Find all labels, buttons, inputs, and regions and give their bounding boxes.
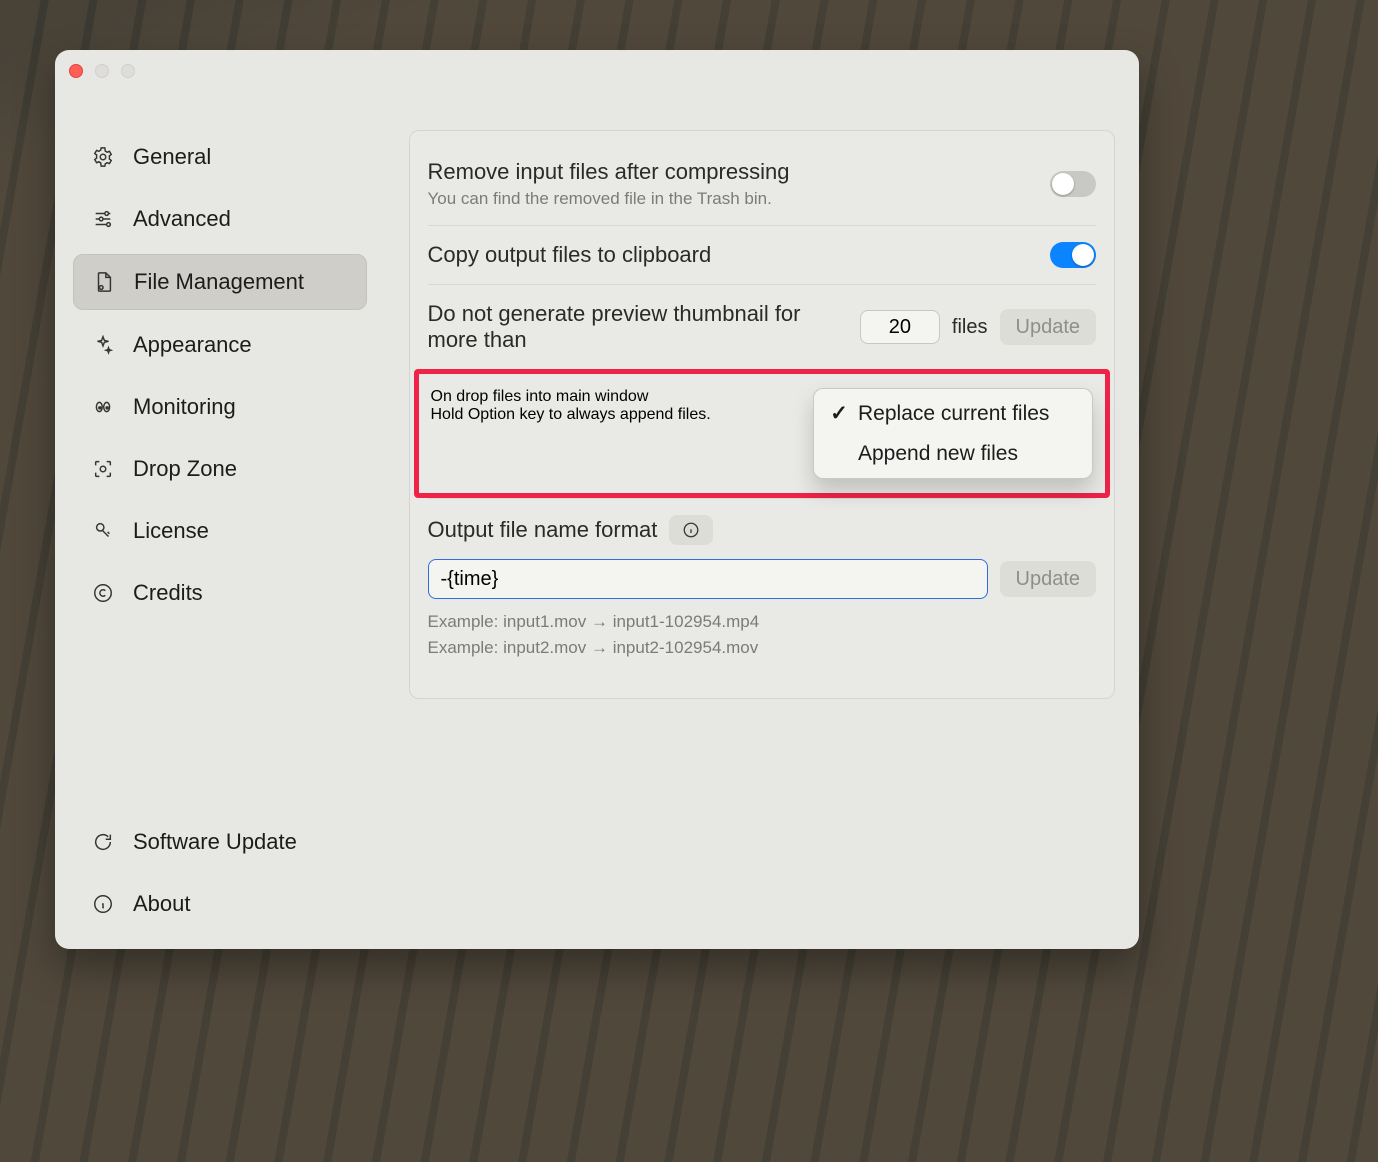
gear-icon [91,145,115,169]
sidebar-item-label: Software Update [133,829,297,855]
setting-subtitle: You can find the removed file in the Tra… [428,189,1037,209]
copyright-icon [91,581,115,605]
window-close-button[interactable] [69,64,83,78]
refresh-icon [91,830,115,854]
sidebar-item-label: General [133,144,211,170]
remove-after-toggle[interactable] [1050,171,1096,197]
dropdown-option-replace[interactable]: ✓ Replace current files [820,393,1086,434]
setting-title: Do not generate preview thumbnail for mo… [428,301,846,353]
sidebar-item-about[interactable]: About [73,877,367,931]
content-area: Remove input files after compressing You… [385,50,1140,949]
window-controls [69,64,135,78]
setting-title: Output file name format [428,517,658,543]
sidebar-item-advanced[interactable]: Advanced [73,192,367,246]
info-icon [91,892,115,916]
sidebar-item-license[interactable]: License [73,504,367,558]
thumbnail-update-button[interactable]: Update [1000,309,1097,345]
sidebar-item-monitoring[interactable]: Monitoring [73,380,367,434]
sidebar-item-file-management[interactable]: File Management [73,254,367,310]
checkmark-icon: ✓ [830,401,848,426]
output-format-update-button[interactable]: Update [1000,561,1097,597]
example-line: Example: input1.mov → input1-102954.mp4 [428,609,1097,635]
window-zoom-button[interactable] [121,64,135,78]
setting-title: Remove input files after compressing [428,159,1037,185]
sparkle-icon [91,333,115,357]
sidebar-item-label: Appearance [133,332,252,358]
output-format-info-button[interactable] [669,515,713,545]
sidebar-item-label: Drop Zone [133,456,237,482]
setting-title: Copy output files to clipboard [428,242,1037,268]
eyes-icon [91,395,115,419]
key-icon [91,519,115,543]
sliders-icon [91,207,115,231]
sidebar-item-drop-zone[interactable]: Drop Zone [73,442,367,496]
row-remove-after-compress: Remove input files after compressing You… [428,143,1097,225]
dropdown-option-label: Append new files [858,442,1018,466]
info-circle-icon [682,521,700,539]
scan-icon [91,457,115,481]
output-format-examples: Example: input1.mov → input1-102954.mp4 … [428,609,1097,660]
sidebar-item-appearance[interactable]: Appearance [73,318,367,372]
setting-subtitle: Hold Option key to always append files. [431,406,806,424]
row-on-drop-files: On drop files into main window Hold Opti… [414,369,1111,498]
sidebar-item-credits[interactable]: Credits [73,566,367,620]
sidebar-item-general[interactable]: General [73,130,367,184]
preferences-window: General Advanced File Management Appeara… [55,50,1139,949]
settings-panel: Remove input files after compressing You… [409,130,1116,699]
row-output-format: Output file name format Update Example: … [428,498,1097,676]
sidebar-item-software-update[interactable]: Software Update [73,815,367,869]
dropdown-option-append[interactable]: Append new files [820,434,1086,474]
sidebar-item-label: Advanced [133,206,231,232]
dropdown-option-label: Replace current files [858,402,1049,426]
sidebar-item-label: About [133,891,191,917]
row-thumbnail-limit: Do not generate preview thumbnail for mo… [428,284,1097,369]
window-minimize-button[interactable] [95,64,109,78]
thumbnail-unit-label: files [952,316,988,339]
output-format-input[interactable] [428,559,988,599]
sidebar-item-label: Monitoring [133,394,236,420]
thumbnail-count-input[interactable] [860,310,940,344]
sidebar: General Advanced File Management Appeara… [55,50,385,949]
row-copy-clipboard: Copy output files to clipboard [428,225,1097,284]
on-drop-dropdown-menu[interactable]: ✓ Replace current files Append new files [813,388,1093,479]
sidebar-item-label: Credits [133,580,203,606]
sidebar-item-label: License [133,518,209,544]
setting-title: On drop files into main window [431,388,806,406]
copy-clipboard-toggle[interactable] [1050,242,1096,268]
example-line: Example: input2.mov → input2-102954.mov [428,635,1097,661]
file-gear-icon [92,270,116,294]
sidebar-item-label: File Management [134,269,304,295]
